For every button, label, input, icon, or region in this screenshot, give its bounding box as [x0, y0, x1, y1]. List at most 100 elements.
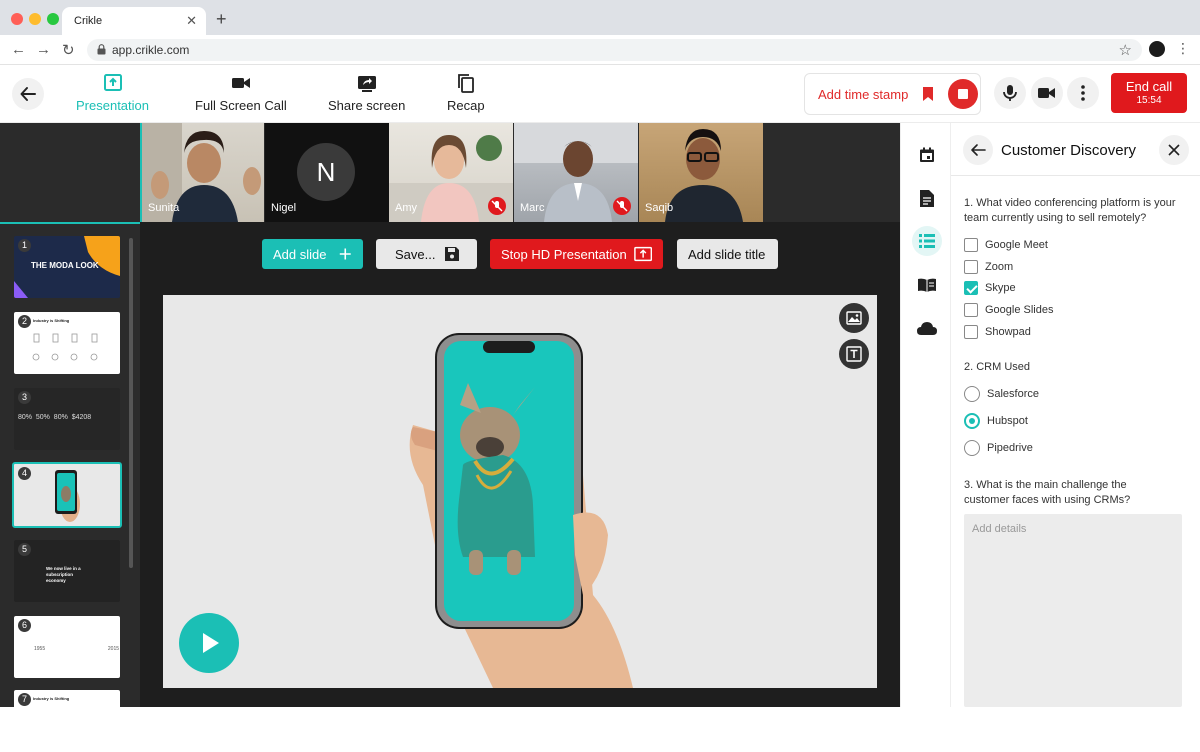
slide-thumbnail[interactable]: 5 We now live in a subscription economy — [14, 540, 120, 602]
tab-presentation[interactable]: Presentation — [76, 73, 149, 113]
option-label: Hubspot — [987, 415, 1028, 427]
browser-tab[interactable]: Crikle ✕ — [62, 7, 206, 35]
stop-recording-button[interactable] — [948, 79, 978, 109]
close-icon — [1168, 144, 1180, 156]
option-label: Salesforce — [987, 388, 1039, 400]
browser-menu-icon[interactable]: ⋮ — [1176, 40, 1190, 57]
plus-icon — [340, 248, 352, 260]
slide-thumbnail[interactable]: 6 1955 2015 — [14, 616, 120, 678]
checkbox[interactable] — [964, 238, 978, 252]
slide-thumbnail-selected[interactable]: 4 — [12, 462, 122, 528]
participant-tile[interactable]: Amy — [389, 123, 513, 222]
slides-scrollbar[interactable] — [129, 238, 133, 568]
new-tab-icon[interactable]: + — [216, 9, 227, 30]
insert-image-button[interactable] — [839, 303, 869, 333]
tab-full-screen-call[interactable]: Full Screen Call — [195, 73, 287, 113]
bookmark-star-icon[interactable]: ☆ — [1119, 41, 1132, 59]
back-button[interactable] — [12, 78, 44, 110]
slide-thumbnail[interactable]: 2 Industry is Shifting — [14, 312, 120, 374]
slide-thumbnail-text: THE MODA LOOK — [31, 261, 99, 270]
tab-presentation-label: Presentation — [76, 98, 149, 113]
lock-icon — [97, 44, 106, 55]
side-rail — [900, 123, 950, 707]
tab-close-icon[interactable]: ✕ — [186, 13, 197, 29]
add-slide-title-button[interactable]: Add slide title — [677, 239, 778, 269]
arrow-left-icon — [20, 87, 36, 101]
slide-canvas[interactable] — [163, 295, 877, 688]
option-google-slides[interactable]: Google Slides — [964, 303, 1054, 317]
checkbox[interactable] — [964, 325, 978, 339]
participant-tile[interactable]: Saqib — [639, 123, 763, 222]
panel-title: Customer Discovery — [1001, 142, 1137, 159]
notes-button[interactable] — [912, 183, 942, 213]
option-pipedrive[interactable]: Pipedrive — [964, 440, 1033, 456]
option-skype[interactable]: Skype — [964, 281, 1016, 295]
option-google-meet[interactable]: Google Meet — [964, 238, 1048, 252]
presentation-icon — [103, 74, 122, 91]
microphone-button[interactable] — [994, 77, 1026, 109]
participant-tile[interactable]: N Nigel — [265, 123, 389, 222]
slide-thumbnail[interactable]: 1 THE MODA LOOK — [14, 236, 120, 298]
muted-microphone-icon — [613, 197, 631, 215]
checkbox[interactable] — [964, 260, 978, 274]
stop-hd-presentation-button[interactable]: Stop HD Presentation — [490, 239, 663, 269]
microphone-icon — [1003, 85, 1017, 101]
option-hubspot[interactable]: Hubspot — [964, 413, 1028, 429]
playbook-button[interactable] — [912, 270, 942, 300]
call-duration: 15:54 — [1136, 95, 1162, 106]
details-textarea[interactable] — [964, 514, 1182, 707]
checkbox-checked[interactable] — [964, 281, 978, 295]
survey-button[interactable] — [912, 226, 942, 256]
slide-thumbnail-text: 80% 50% 80% $4208 — [18, 414, 92, 421]
panel-header: Customer Discovery — [951, 123, 1200, 176]
insert-text-button[interactable] — [839, 339, 869, 369]
cloud-icon — [917, 322, 937, 335]
reload-icon[interactable]: ↻ — [62, 41, 75, 59]
back-arrow-icon[interactable]: ← — [11, 41, 26, 58]
share-screen-icon — [357, 76, 376, 92]
maximize-window-button[interactable] — [47, 13, 59, 25]
option-label: Google Meet — [985, 239, 1048, 251]
checkbox[interactable] — [964, 303, 978, 317]
minimize-window-button[interactable] — [29, 13, 41, 25]
forward-arrow-icon[interactable]: → — [36, 41, 51, 58]
option-label: Pipedrive — [987, 442, 1033, 454]
cloud-button[interactable] — [912, 313, 942, 343]
radio[interactable] — [964, 386, 980, 402]
slide-number: 6 — [18, 619, 31, 632]
option-zoom[interactable]: Zoom — [964, 260, 1013, 274]
slide-thumbnail[interactable]: 7 Industry is Shifting — [14, 690, 120, 752]
participant-tile[interactable]: Marc — [514, 123, 638, 222]
profile-avatar[interactable] — [1149, 41, 1165, 57]
end-call-button[interactable]: End call 15:54 — [1111, 73, 1187, 113]
save-button[interactable]: Save... — [376, 239, 477, 269]
radio[interactable] — [964, 440, 980, 456]
question-1: 1. What video conferencing platform is y… — [964, 197, 1176, 224]
close-window-button[interactable] — [11, 13, 23, 25]
add-slide-button[interactable]: Add slide — [262, 239, 363, 269]
participant-tile[interactable]: Sunita — [140, 123, 264, 222]
list-icon — [919, 234, 935, 248]
url-field[interactable]: app.crikle.com ☆ — [87, 39, 1142, 61]
slide-number: 3 — [18, 391, 31, 404]
panel-back-button[interactable] — [963, 135, 993, 165]
address-bar: ← → ↻ app.crikle.com ☆ — [0, 35, 1200, 65]
slide-number: 7 — [18, 693, 31, 706]
radio-selected[interactable] — [964, 413, 980, 429]
option-salesforce[interactable]: Salesforce — [964, 386, 1039, 402]
camera-button[interactable] — [1031, 77, 1063, 109]
option-showpad[interactable]: Showpad — [964, 325, 1031, 339]
play-button[interactable] — [179, 613, 239, 673]
add-time-stamp-button[interactable]: Add time stamp — [818, 87, 908, 102]
tab-recap[interactable]: Recap — [447, 73, 485, 113]
slide-thumbnail-text: 1955 2015 — [34, 646, 120, 652]
option-label: Google Slides — [985, 304, 1054, 316]
panel-close-button[interactable] — [1159, 135, 1189, 165]
calendar-button[interactable] — [912, 140, 942, 170]
tab-share-screen[interactable]: Share screen — [328, 73, 405, 113]
browser-tab-bar: Crikle ✕ + — [0, 0, 1200, 35]
play-icon — [203, 633, 219, 653]
slide-thumbnail[interactable]: 3 80% 50% 80% $4208 — [14, 388, 120, 450]
more-options-button[interactable] — [1067, 77, 1099, 109]
presentation-icon — [633, 246, 652, 262]
